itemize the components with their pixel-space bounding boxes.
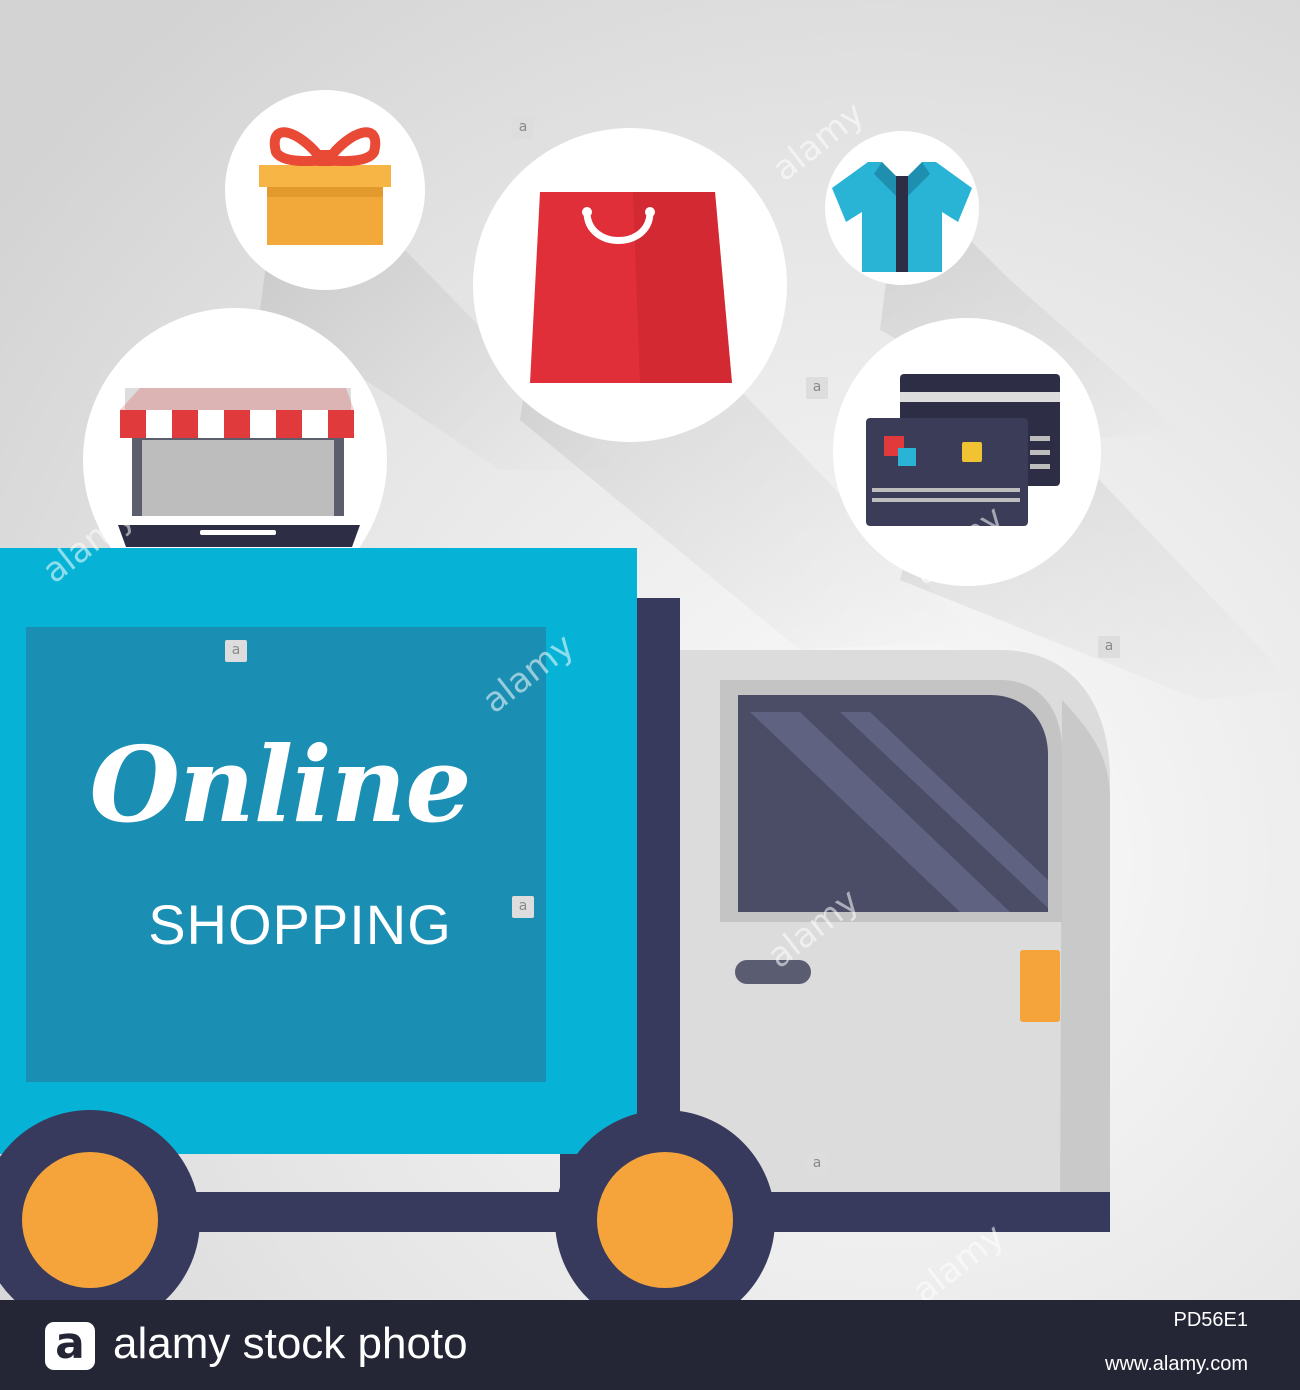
headline-script: Online [89, 723, 471, 846]
shirt-icon [825, 131, 979, 285]
stock-url: www.alamy.com [1105, 1353, 1248, 1375]
image-id: PD56E1 [1173, 1309, 1249, 1331]
watermark-badge: a [225, 640, 247, 662]
watermark-badge: a [806, 1153, 828, 1175]
side-light [1020, 950, 1060, 1022]
stock-logo-letter: a [55, 1318, 85, 1369]
awning-stripes [120, 388, 354, 438]
shopping-bag-icon [473, 128, 787, 442]
gift-box-icon [225, 90, 425, 290]
stock-logo-icon: a [45, 1318, 95, 1370]
watermark-badge: a [512, 896, 534, 918]
cab-window [738, 695, 1048, 912]
watermark-badge: a [512, 117, 534, 139]
stock-bar-text: alamy stock photo [113, 1319, 468, 1368]
watermark-badge: a [806, 377, 828, 399]
headline-subtitle: SHOPPING [148, 893, 452, 956]
watermark-badge: a [1098, 636, 1120, 658]
truck-box-panel [26, 627, 546, 1082]
online-shopping-illustration: a a a a a a alamy alamy alamy alamy alam… [0, 0, 1300, 1390]
stock-photo-bar: a alamy stock photo PD56E1 www.alamy.com [0, 1300, 1300, 1390]
